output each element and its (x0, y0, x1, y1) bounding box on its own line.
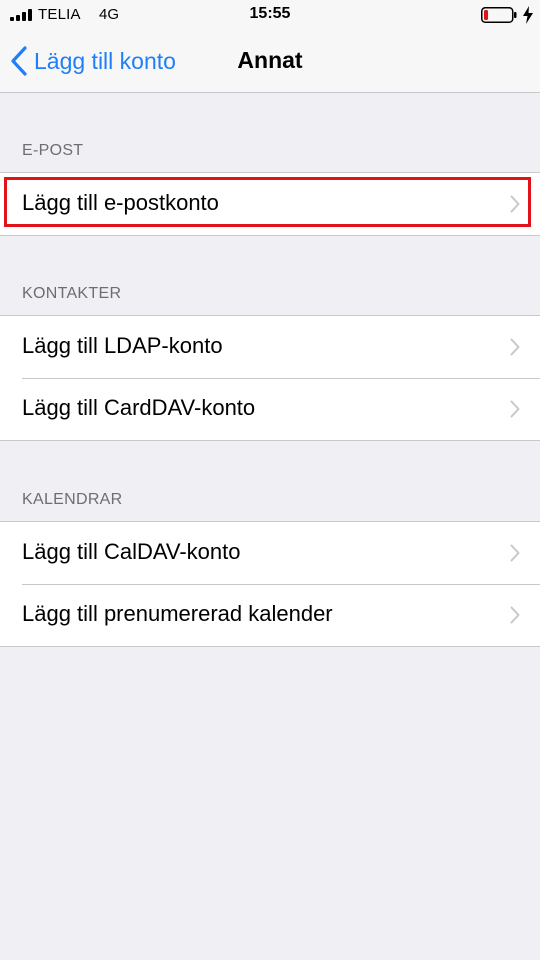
row-add-email-account[interactable]: Lägg till e-postkonto (0, 173, 540, 235)
chevron-right-icon (510, 338, 520, 356)
chevron-right-icon (510, 544, 520, 562)
section-header-kalendrar: KALENDRAR (22, 491, 123, 508)
row-label: Lägg till prenumererad kalender (22, 601, 333, 626)
status-time: 15:55 (249, 5, 291, 22)
navigation-bar: Lägg till konto Annat (0, 30, 540, 93)
row-add-subscribed-calendar[interactable]: Lägg till prenumererad kalender (0, 584, 540, 646)
section-header-kontakter: KONTAKTER (22, 285, 122, 302)
status-bar: TELIA 4G 15:55 (0, 0, 540, 30)
battery-icon (481, 7, 517, 23)
row-label: Lägg till CardDAV-konto (22, 395, 256, 420)
section-header-e-post: E-POST (22, 142, 84, 159)
settings-group-kalendrar: Lägg till CalDAV-konto Lägg till prenume… (0, 521, 540, 647)
settings-group-kontakter: Lägg till LDAP-konto Lägg till CardDAV-k… (0, 315, 540, 441)
row-label: Lägg till CalDAV-konto (22, 539, 241, 564)
row-label: Lägg till e-postkonto (22, 190, 219, 215)
settings-group-e-post: Lägg till e-postkonto (0, 172, 540, 236)
row-add-carddav-account[interactable]: Lägg till CardDAV-konto (0, 378, 540, 440)
chevron-right-icon (510, 195, 520, 213)
row-add-ldap-account[interactable]: Lägg till LDAP-konto (0, 316, 540, 378)
page-title: Annat (237, 47, 303, 73)
chevron-right-icon (510, 400, 520, 418)
chevron-right-icon (510, 606, 520, 624)
row-add-caldav-account[interactable]: Lägg till CalDAV-konto (0, 522, 540, 584)
row-label: Lägg till LDAP-konto (22, 333, 223, 358)
charging-bolt-icon (523, 6, 533, 24)
